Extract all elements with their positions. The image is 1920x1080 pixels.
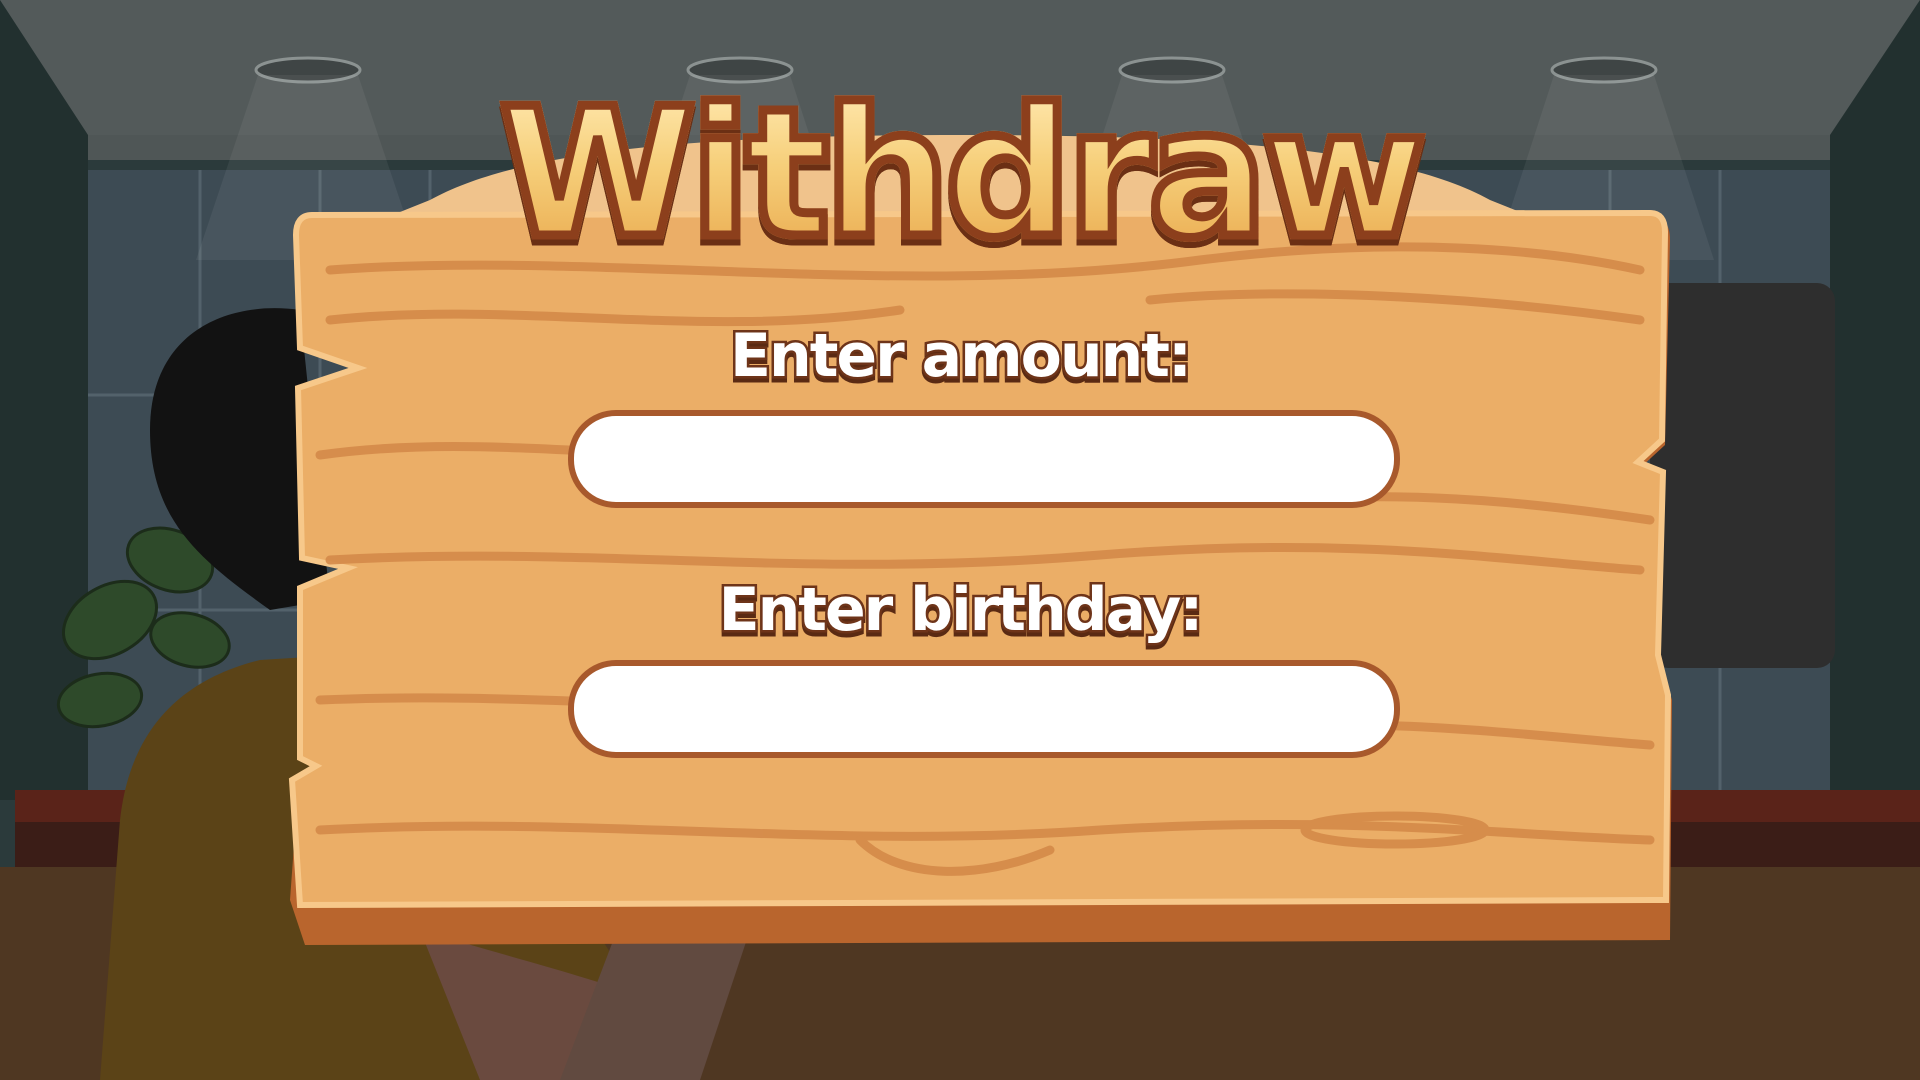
amount-input[interactable] — [568, 410, 1400, 508]
amount-label: Enter amount: — [728, 321, 1195, 391]
birthday-input[interactable] — [568, 660, 1400, 758]
withdraw-title: Withdraw — [0, 80, 1920, 267]
birthday-label: Enter birthday: — [716, 575, 1206, 645]
